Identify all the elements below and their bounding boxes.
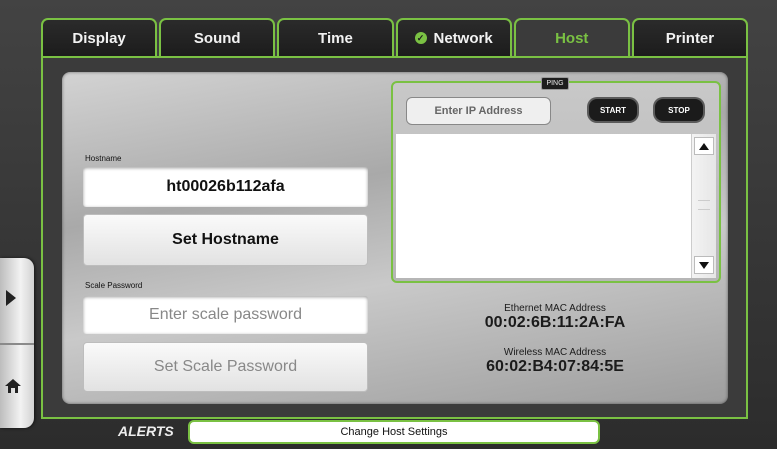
tab-bar: Display Sound Time ✓ Network Host Printer (41, 18, 749, 58)
wireless-mac-label: Wireless MAC Address (503, 347, 607, 358)
scale-password-label: Scale Password (85, 281, 143, 290)
ping-tag: PING (541, 77, 569, 90)
set-scale-password-button[interactable]: Set Scale Password (83, 342, 368, 392)
tab-sound[interactable]: Sound (159, 18, 276, 56)
ip-address-input[interactable]: Enter IP Address (406, 97, 551, 125)
arrow-down-icon[interactable] (694, 256, 714, 274)
set-hostname-button[interactable]: Set Hostname (83, 214, 368, 266)
tab-time[interactable]: Time (277, 18, 394, 56)
arrow-up-icon[interactable] (694, 137, 714, 155)
ping-panel: PING Enter IP Address START STOP (391, 77, 721, 283)
side-divider (0, 343, 34, 345)
hostname-label: Hostname (85, 154, 122, 163)
ethernet-mac-value: 00:02:6B:11:2A:FA (484, 314, 626, 331)
ping-output-scrollbar[interactable] (691, 134, 716, 278)
tab-divider (41, 56, 748, 58)
tab-label: Printer (665, 29, 715, 47)
tab-label: Time (318, 29, 353, 47)
wireless-mac-value: 60:02:B4:07:84:5E (486, 358, 624, 375)
ethernet-mac-label: Ethernet MAC Address (504, 303, 606, 314)
tab-printer[interactable]: Printer (631, 18, 749, 56)
tab-display[interactable]: Display (41, 18, 158, 56)
tab-label: Sound (193, 29, 241, 47)
tab-label: Host (555, 29, 589, 47)
host-settings-screen: Display Sound Time ✓ Network Host Printer… (0, 0, 777, 449)
side-drawer-handle[interactable] (0, 258, 34, 428)
check-circle-icon: ✓ (414, 32, 427, 44)
ping-start-button[interactable]: START (589, 99, 637, 121)
tab-label: Network (433, 29, 493, 47)
tab-host[interactable]: Host (513, 18, 630, 56)
home-icon[interactable] (5, 378, 21, 394)
alerts-message-bar[interactable]: Change Host Settings (188, 420, 600, 444)
ping-stop-button[interactable]: STOP (655, 99, 703, 121)
scroll-grip[interactable] (698, 200, 710, 210)
scale-password-field[interactable]: Enter scale password (83, 296, 368, 334)
tab-label: Display (72, 29, 126, 47)
alerts-label: ALERTS (118, 423, 174, 439)
tab-network[interactable]: ✓ Network (395, 18, 512, 56)
chevron-right-icon[interactable] (6, 290, 16, 306)
hostname-field[interactable]: ht00026b112afa (83, 167, 368, 207)
ping-output-area[interactable] (396, 134, 716, 278)
